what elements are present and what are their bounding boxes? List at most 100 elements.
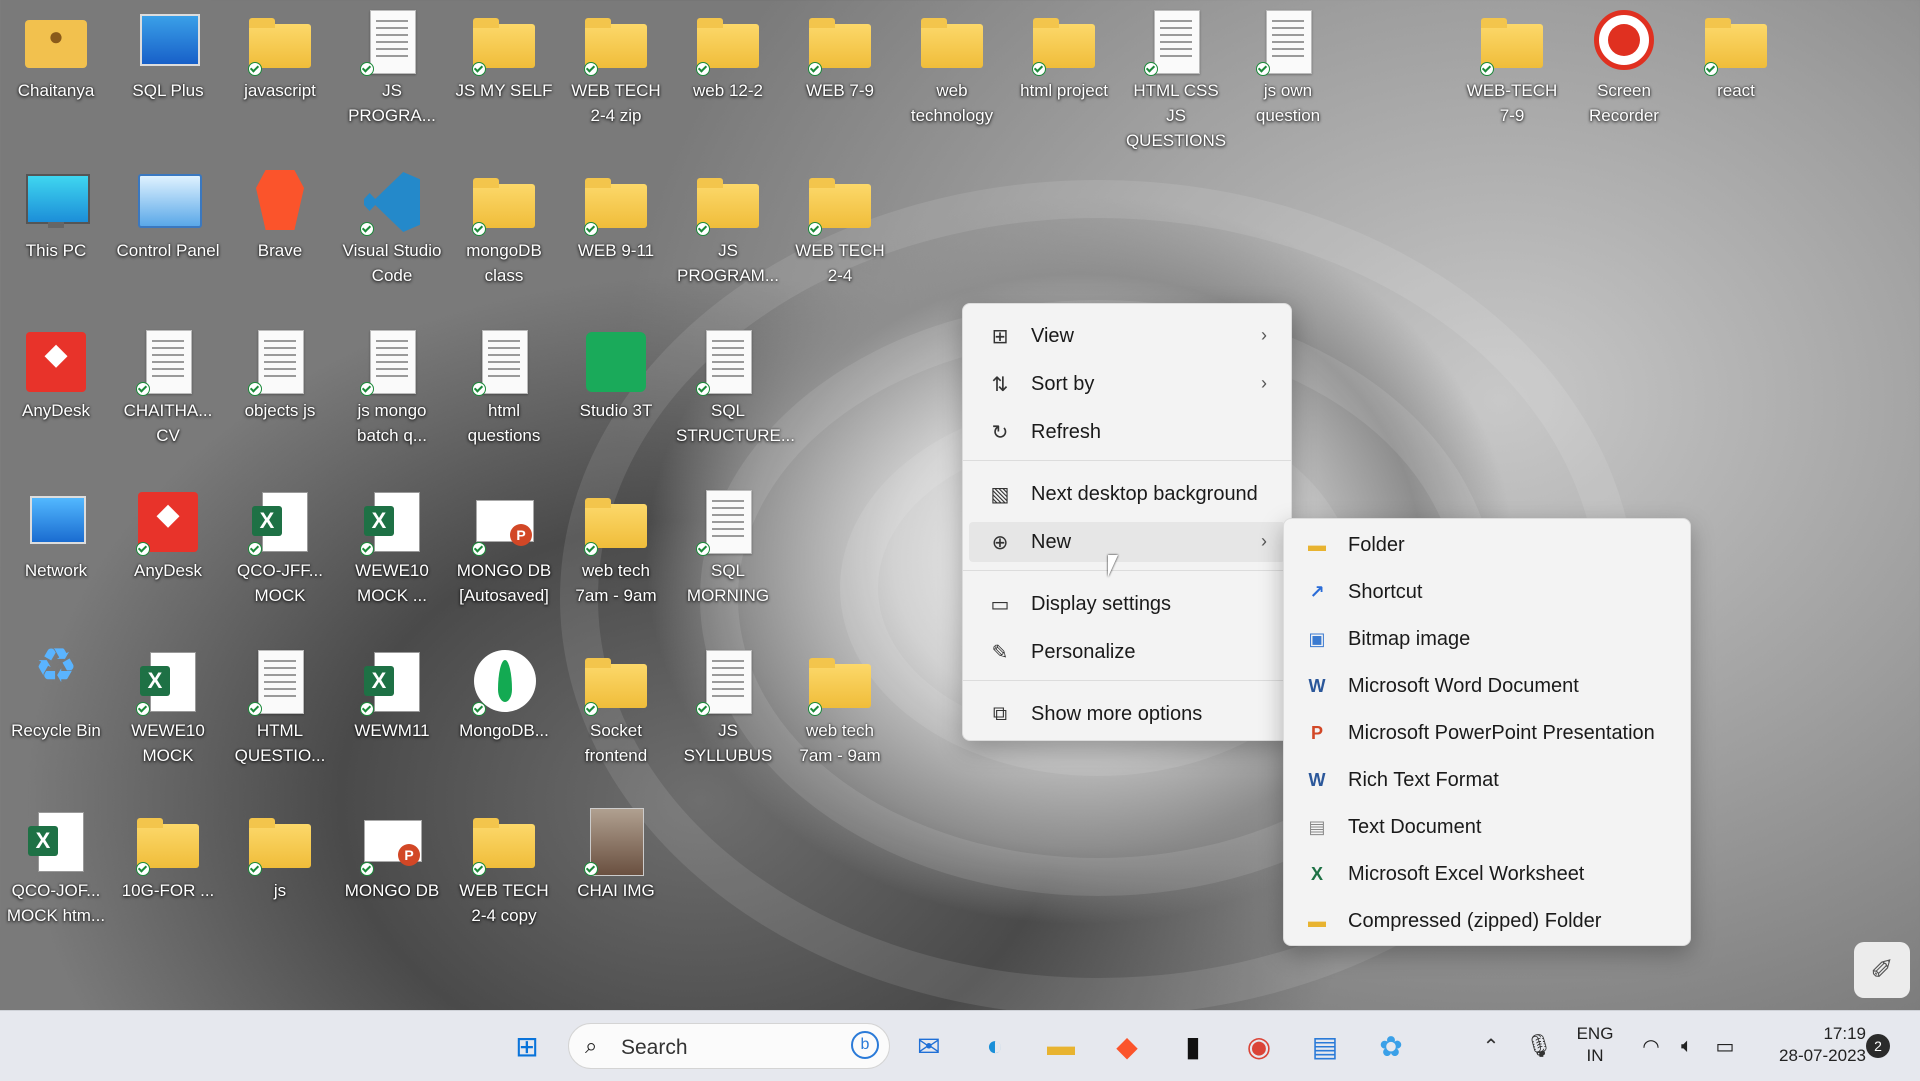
desktop-icon[interactable]: JS SYLLUBUS xyxy=(676,648,780,768)
desktop-icon[interactable]: MONGO DB [Autosaved] xyxy=(452,488,556,608)
file-explorer-button[interactable]: ▬ xyxy=(1038,1023,1084,1069)
desktop-icon[interactable]: js own question xyxy=(1236,8,1340,128)
notepad-app-button[interactable]: ▤ xyxy=(1302,1023,1348,1069)
refresh-icon: ↻ xyxy=(991,421,1009,444)
desktop-icon[interactable]: MongoDB... xyxy=(452,648,556,743)
new-menu-item-rich-text-format[interactable]: W Rich Text Format xyxy=(1290,760,1684,800)
desktop-icon[interactable]: MONGO DB xyxy=(340,808,444,903)
new-menu-item-bitmap-image[interactable]: ▣ Bitmap image xyxy=(1290,619,1684,659)
edge-app-button[interactable]: ◐ xyxy=(972,1023,1018,1069)
desktop-icon[interactable]: react xyxy=(1684,8,1788,103)
desktop-icon[interactable]: WEWM11 xyxy=(340,648,444,743)
desktop-icon-label: js mongo batch q... xyxy=(357,401,427,445)
desktop-icon[interactable]: web technology xyxy=(900,8,1004,128)
desktop-icon[interactable]: WEB-TECH 7-9 xyxy=(1460,8,1564,128)
brave-icon xyxy=(246,168,314,236)
brave-app-button[interactable]: ◆ xyxy=(1104,1023,1150,1069)
desktop-icon[interactable]: WEB TECH 2-4 zip xyxy=(564,8,668,128)
desktop-icon[interactable]: AnyDesk xyxy=(116,488,220,583)
folder-icon xyxy=(470,8,538,76)
taskbar-search-box[interactable]: ⌕ Search b xyxy=(568,1023,890,1069)
desktop-icon[interactable]: web tech 7am - 9am xyxy=(788,648,892,768)
desktop-icon-label: MongoDB... xyxy=(459,721,549,740)
desktop-icon[interactable]: javascript xyxy=(228,8,332,103)
new-menu-item-shortcut[interactable]: ↗ Shortcut xyxy=(1290,572,1684,612)
desktop-icon[interactable]: Visual Studio Code xyxy=(340,168,444,288)
desktop-icon[interactable]: QCO-JFF... MOCK xyxy=(228,488,332,608)
menu-item-next-desktop-background[interactable]: ▧ Next desktop background xyxy=(969,474,1285,514)
desktop-icon[interactable]: Screen Recorder xyxy=(1572,8,1676,128)
new-menu-item-microsoft-word-document[interactable]: W Microsoft Word Document xyxy=(1290,666,1684,706)
sync-status-check-icon xyxy=(1480,62,1494,76)
new-menu-item-text-document[interactable]: ▤ Text Document xyxy=(1290,807,1684,847)
battery-icon[interactable]: ▭ xyxy=(1702,1023,1748,1069)
desktop-icon-label: js xyxy=(273,881,287,900)
desktop-icon[interactable]: JS PROGRAM... xyxy=(676,168,780,288)
desktop-icon[interactable]: JS MY SELF xyxy=(452,8,556,103)
desktop-icon[interactable]: SQL MORNING xyxy=(676,488,780,608)
pen-menu-icon[interactable]: ✐ xyxy=(1854,942,1910,998)
desktop-icon[interactable]: js xyxy=(228,808,332,903)
desktop-icon-label: JS PROGRAM... xyxy=(676,241,779,285)
desktop-icon[interactable]: js mongo batch q... xyxy=(340,328,444,448)
desktop-icon[interactable]: Chaitanya xyxy=(4,8,108,103)
excel-icon xyxy=(134,648,202,716)
notification-badge[interactable]: 2 xyxy=(1866,1034,1890,1058)
desktop-icon[interactable]: HTML CSS JS QUESTIONS xyxy=(1124,8,1228,153)
new-menu-item-compressed-zipped-folder[interactable]: ▬ Compressed (zipped) Folder xyxy=(1290,901,1684,941)
desktop-icon[interactable]: 10G-FOR ... xyxy=(116,808,220,903)
desktop-icon[interactable]: SQL Plus xyxy=(116,8,220,103)
mail-app-button[interactable]: ✉ xyxy=(906,1023,952,1069)
start-button[interactable]: ⊞ xyxy=(504,1023,550,1069)
new-menu-item-microsoft-powerpoint-presentation[interactable]: P Microsoft PowerPoint Presentation xyxy=(1290,713,1684,753)
desktop-icon[interactable]: SQL STRUCTURE... xyxy=(676,328,795,448)
desktop-icon[interactable]: WEB 9-11 xyxy=(564,168,668,263)
desktop-icon[interactable]: HTML QUESTIO... xyxy=(228,648,332,768)
show-hidden-icons-chevron-icon[interactable]: ⌃ xyxy=(1468,1023,1514,1069)
new-menu-item-microsoft-excel-worksheet[interactable]: X Microsoft Excel Worksheet xyxy=(1290,854,1684,894)
folder-icon xyxy=(470,808,538,876)
new-menu-item-folder[interactable]: ▬ Folder xyxy=(1290,525,1684,565)
menu-item-personalize[interactable]: ✎ Personalize xyxy=(969,632,1285,672)
desktop-icon[interactable]: WEWE10 MOCK xyxy=(116,648,220,768)
desktop-icon[interactable]: AnyDesk xyxy=(4,328,108,423)
desktop-icon[interactable]: WEB TECH 2-4 xyxy=(788,168,892,288)
microphone-icon[interactable]: 🎙︎ xyxy=(1516,1023,1562,1069)
desktop-icon[interactable]: Socket frontend xyxy=(564,648,668,768)
desktop-icon[interactable]: CHAITHA... CV xyxy=(116,328,220,448)
desktop-icon[interactable]: web tech 7am - 9am xyxy=(564,488,668,608)
mouse-cursor xyxy=(1108,555,1118,577)
menu-item-refresh[interactable]: ↻ Refresh xyxy=(969,412,1285,452)
desktop-icon[interactable]: html questions xyxy=(452,328,556,448)
clock[interactable]: 17:19 28-07-2023 xyxy=(1756,1023,1866,1067)
menu-item-view[interactable]: ⊞ View › xyxy=(969,316,1285,356)
desktop-icon[interactable]: objects js xyxy=(228,328,332,423)
desktop-icon[interactable]: This PC xyxy=(4,168,108,263)
new-menu-item-label: Rich Text Format xyxy=(1348,768,1499,791)
chrome-app-button[interactable]: ◉ xyxy=(1236,1023,1282,1069)
desktop-icon[interactable]: html project xyxy=(1012,8,1116,103)
terminal-app-button[interactable]: ▮ xyxy=(1170,1023,1216,1069)
desktop-icon[interactable]: Brave xyxy=(228,168,332,263)
desktop-icon[interactable]: web 12-2 xyxy=(676,8,780,103)
desktop-icon-label: web technology xyxy=(910,81,994,125)
folder-icon xyxy=(806,8,874,76)
paint-app-button[interactable]: ✿ xyxy=(1368,1023,1414,1069)
menu-item-new[interactable]: ⊕ New › xyxy=(969,522,1285,562)
sync-status-check-icon xyxy=(696,382,710,396)
language-indicator[interactable]: ENG IN xyxy=(1570,1023,1620,1067)
menu-item-show-more-options[interactable]: ⧉ Show more options xyxy=(969,694,1285,734)
desktop-icon[interactable]: Control Panel xyxy=(116,168,220,263)
desktop-icon[interactable]: Network xyxy=(4,488,108,583)
desktop-icon[interactable]: CHAI IMG xyxy=(564,808,668,903)
desktop-icon[interactable]: WEB TECH 2-4 copy xyxy=(452,808,556,928)
desktop-icon[interactable]: WEB 7-9 xyxy=(788,8,892,103)
menu-item-display-settings[interactable]: ▭ Display settings xyxy=(969,584,1285,624)
desktop-icon[interactable]: QCO-JOF... MOCK htm... xyxy=(4,808,108,928)
desktop-icon[interactable]: Recycle Bin xyxy=(4,648,108,743)
desktop-icon[interactable]: mongoDB class xyxy=(452,168,556,288)
menu-item-sort-by[interactable]: ⇅ Sort by › xyxy=(969,364,1285,404)
desktop-icon[interactable]: Studio 3T xyxy=(564,328,668,423)
desktop-icon[interactable]: WEWE10 MOCK ... xyxy=(340,488,444,608)
desktop-icon[interactable]: JS PROGRA... xyxy=(340,8,444,128)
